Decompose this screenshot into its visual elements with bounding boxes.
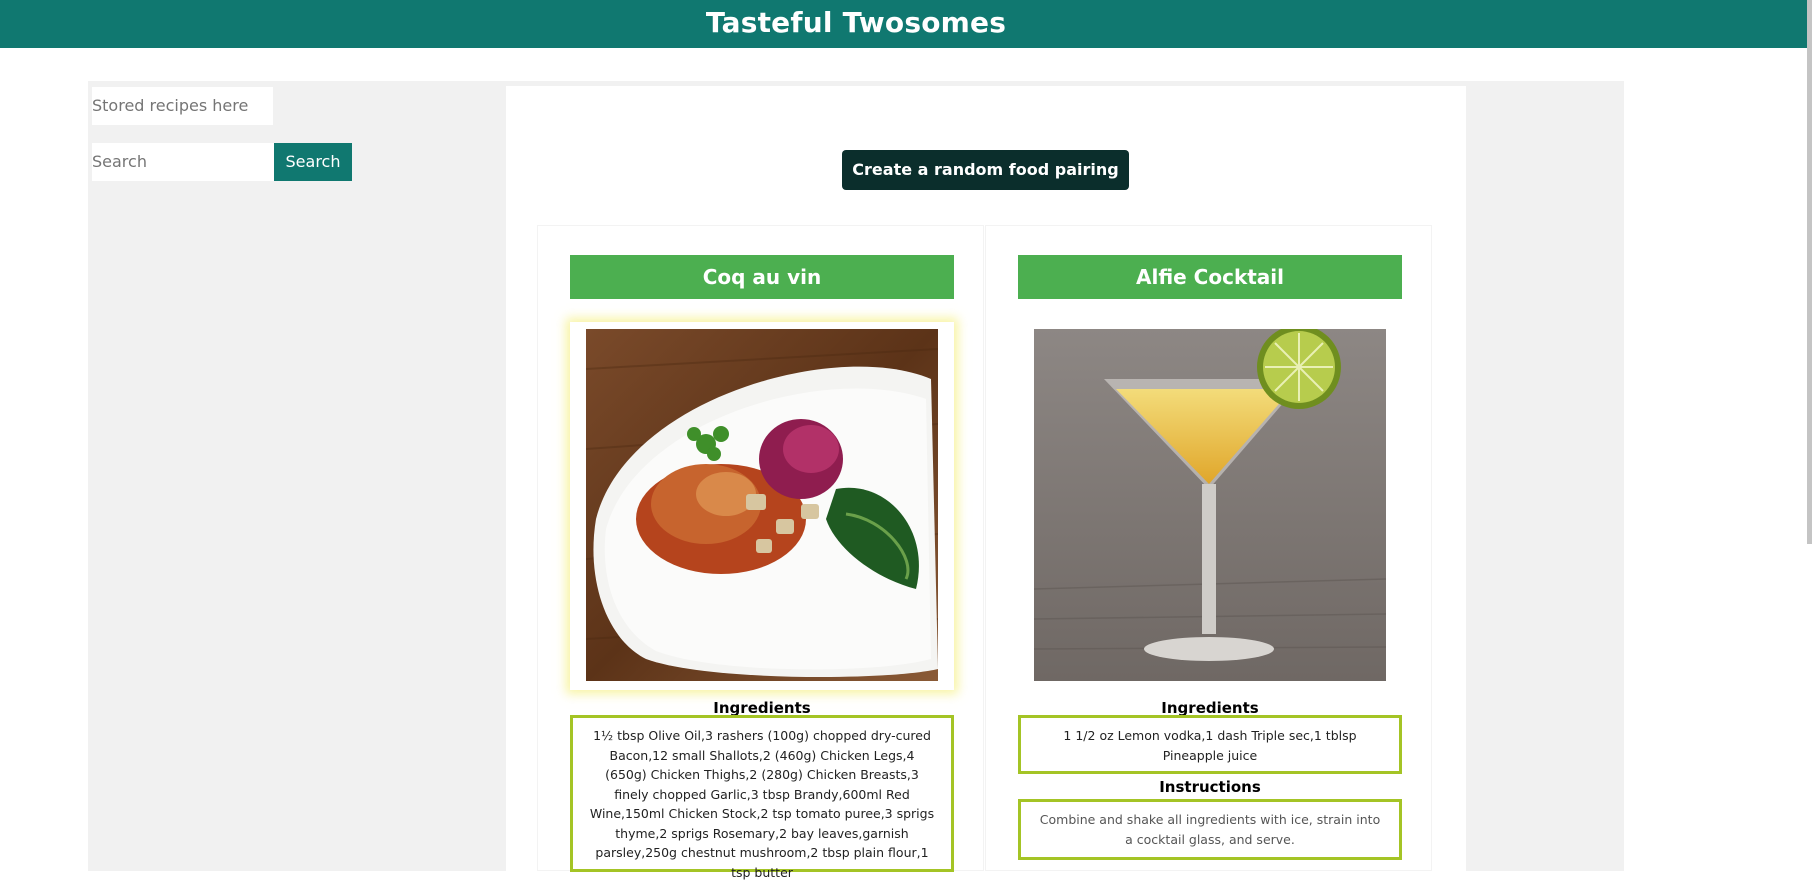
food-image-frame [570,322,954,690]
coq-au-vin-photo [586,329,938,681]
stored-recipes-field[interactable] [92,87,273,125]
drink-instructions-label: Instructions [1159,778,1261,796]
alfie-cocktail-photo [1034,329,1386,681]
drink-ingredients-box: 1 1/2 oz Lemon vodka,1 dash Triple sec,1… [1018,715,1402,774]
food-ingredients-box: 1½ tbsp Olive Oil,3 rashers (100g) chopp… [570,715,954,880]
search-input[interactable] [92,143,274,181]
food-title: Coq au vin [570,255,954,299]
drink-instructions-box: Combine and shake all ingredients with i… [1018,799,1402,860]
drink-image-frame [1018,322,1402,690]
page-scrollbar[interactable] [1807,0,1812,544]
random-pairing-button[interactable]: Create a random food pairing [842,150,1129,190]
drink-card: Alfie Cocktail Ingredients 1 1/2 oz Lemo… [985,225,1432,871]
food-card: Coq au vin Ingredients 1½ tbsp Olive Oil… [537,225,984,880]
app-title: Tasteful Twosomes [705,6,1007,39]
app-header: Tasteful Twosomes [0,0,1807,48]
drink-title: Alfie Cocktail [1018,255,1402,299]
search-button[interactable]: Search [274,143,352,181]
